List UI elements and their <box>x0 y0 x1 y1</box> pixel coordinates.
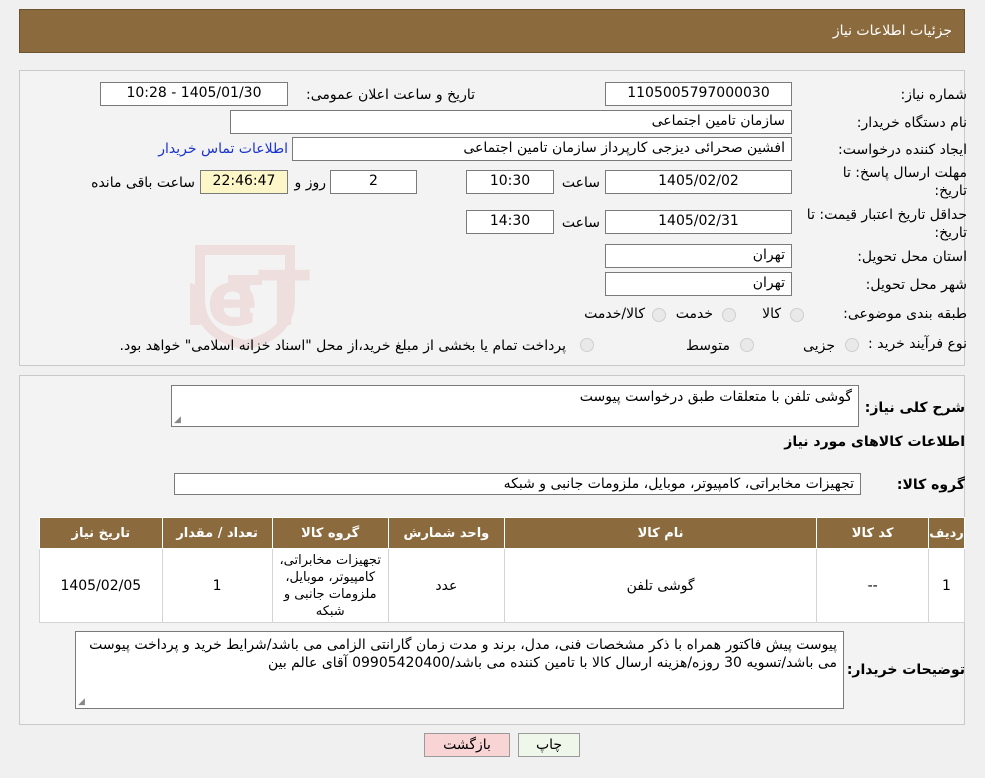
back-button[interactable]: بازگشت <box>424 733 510 757</box>
price-validity-date-field[interactable]: 1405/02/31 <box>605 210 792 234</box>
city-field[interactable]: تهران <box>605 272 792 296</box>
buyer-contact-link[interactable]: اطلاعات تماس خریدار <box>158 141 288 157</box>
deadline-time-label: ساعت <box>561 175 600 191</box>
goods-table: ردیف کد کالا نام کالا واحد شمارش گروه کا… <box>39 517 965 623</box>
buyer-org-field[interactable]: سازمان تامین اجتماعی <box>230 110 792 134</box>
cell-qty: 1 <box>161 548 273 623</box>
category-goods-label: کالا <box>762 306 781 322</box>
goods-group-field[interactable]: تجهیزات مخابراتی، کامپیوتر، موبایل، ملزو… <box>174 473 861 495</box>
announce-date-field[interactable]: 1405/01/30 - 10:28 <box>100 82 288 106</box>
buyer-notes-text: پیوست پیش فاکتور همراه با ذکر مشخصات فنی… <box>89 637 837 671</box>
deadline-time-field[interactable]: 10:30 <box>466 170 554 194</box>
creator-label: ایجاد کننده درخواست: <box>838 142 967 158</box>
page-header: جزئیات اطلاعات نیاز <box>19 9 965 53</box>
col-date-header: تاریخ نیاز <box>39 517 163 549</box>
need-summary-textarea[interactable]: گوشی تلفن با متعلقات طبق درخواست پیوست ◢ <box>171 385 859 427</box>
resize-grip-icon[interactable]: ◢ <box>78 698 85 707</box>
cell-name: گوشی تلفن <box>503 548 818 623</box>
category-service-radio[interactable] <box>722 308 736 322</box>
category-goods-service-label: کالا/خدمت <box>584 306 645 322</box>
print-button[interactable]: چاپ <box>518 733 580 757</box>
province-field[interactable]: تهران <box>605 244 792 268</box>
buyer-notes-textarea[interactable]: پیوست پیش فاکتور همراه با ذکر مشخصات فنی… <box>75 631 844 709</box>
category-label: طبقه بندی موضوعی: <box>843 306 967 322</box>
time-remaining-field[interactable]: 22:46:47 <box>200 170 288 194</box>
col-name-header: نام کالا <box>503 517 818 549</box>
cell-group: تجهیزات مخابراتی، کامپیوتر، موبایل، ملزو… <box>271 548 389 623</box>
category-goods-service-radio[interactable] <box>652 308 666 322</box>
cell-row: 1 <box>928 548 965 623</box>
buyer-notes-label: توضیحات خریدار: <box>846 662 965 678</box>
need-summary-text: گوشی تلفن با متعلقات طبق درخواست پیوست <box>579 389 852 405</box>
deadline-label-2: تاریخ: <box>934 183 967 199</box>
cell-unit: عدد <box>387 548 505 623</box>
buyer-org-label: نام دستگاه خریدار: <box>856 115 967 131</box>
days-label: روز و <box>294 175 327 191</box>
col-code-header: کد کالا <box>816 517 930 549</box>
process-medium-radio[interactable] <box>740 338 754 352</box>
col-unit-header: واحد شمارش <box>387 517 505 549</box>
time-remaining-label: ساعت باقی مانده <box>91 175 195 191</box>
process-partial-label: جزیی <box>803 338 835 354</box>
province-label: استان محل تحویل: <box>857 249 967 265</box>
goods-group-label: گروه کالا: <box>896 477 965 493</box>
process-type-label: نوع فرآیند خرید : <box>868 336 967 352</box>
table-header-row: ردیف کد کالا نام کالا واحد شمارش گروه کا… <box>39 517 965 549</box>
table-row: 1 -- گوشی تلفن عدد تجهیزات مخابراتی، کام… <box>39 548 965 623</box>
page-title: جزئیات اطلاعات نیاز <box>832 23 952 39</box>
process-partial-radio[interactable] <box>845 338 859 352</box>
need-number-label: شماره نیاز: <box>900 87 968 103</box>
process-medium-label: متوسط <box>686 338 730 354</box>
need-number-field[interactable]: 1105005797000030 <box>605 82 792 106</box>
need-summary-label: شرح کلی نیاز: <box>864 400 965 416</box>
days-remaining-field[interactable]: 2 <box>330 170 417 194</box>
city-label: شهر محل تحویل: <box>865 277 967 293</box>
goods-info-title: اطلاعات کالاهای مورد نیاز <box>784 434 965 450</box>
category-service-label: خدمت <box>675 306 713 322</box>
treasury-payment-note: پرداخت تمام یا بخشی از مبلغ خرید،از محل … <box>119 338 566 354</box>
category-goods-radio[interactable] <box>790 308 804 322</box>
price-validity-time-label: ساعت <box>561 215 600 231</box>
col-qty-header: تعداد / مقدار <box>161 517 273 549</box>
price-validity-label: حداقل تاریخ اعتبار قیمت: تا <box>806 207 967 223</box>
col-group-header: گروه کالا <box>271 517 389 549</box>
announce-date-label: تاریخ و ساعت اعلان عمومی: <box>306 87 475 103</box>
deadline-date-field[interactable]: 1405/02/02 <box>605 170 792 194</box>
cell-code: -- <box>816 548 930 623</box>
creator-field[interactable]: افشین صحرائی دیزجی کارپرداز سازمان تامین… <box>292 137 792 161</box>
treasury-payment-checkbox[interactable] <box>580 338 594 352</box>
resize-grip-icon[interactable]: ◢ <box>174 416 181 425</box>
cell-date: 1405/02/05 <box>39 548 163 623</box>
price-validity-label-2: تاریخ: <box>934 225 967 241</box>
col-row-header: ردیف <box>928 517 965 549</box>
deadline-label: مهلت ارسال پاسخ: تا <box>842 165 967 181</box>
price-validity-time-field[interactable]: 14:30 <box>466 210 554 234</box>
